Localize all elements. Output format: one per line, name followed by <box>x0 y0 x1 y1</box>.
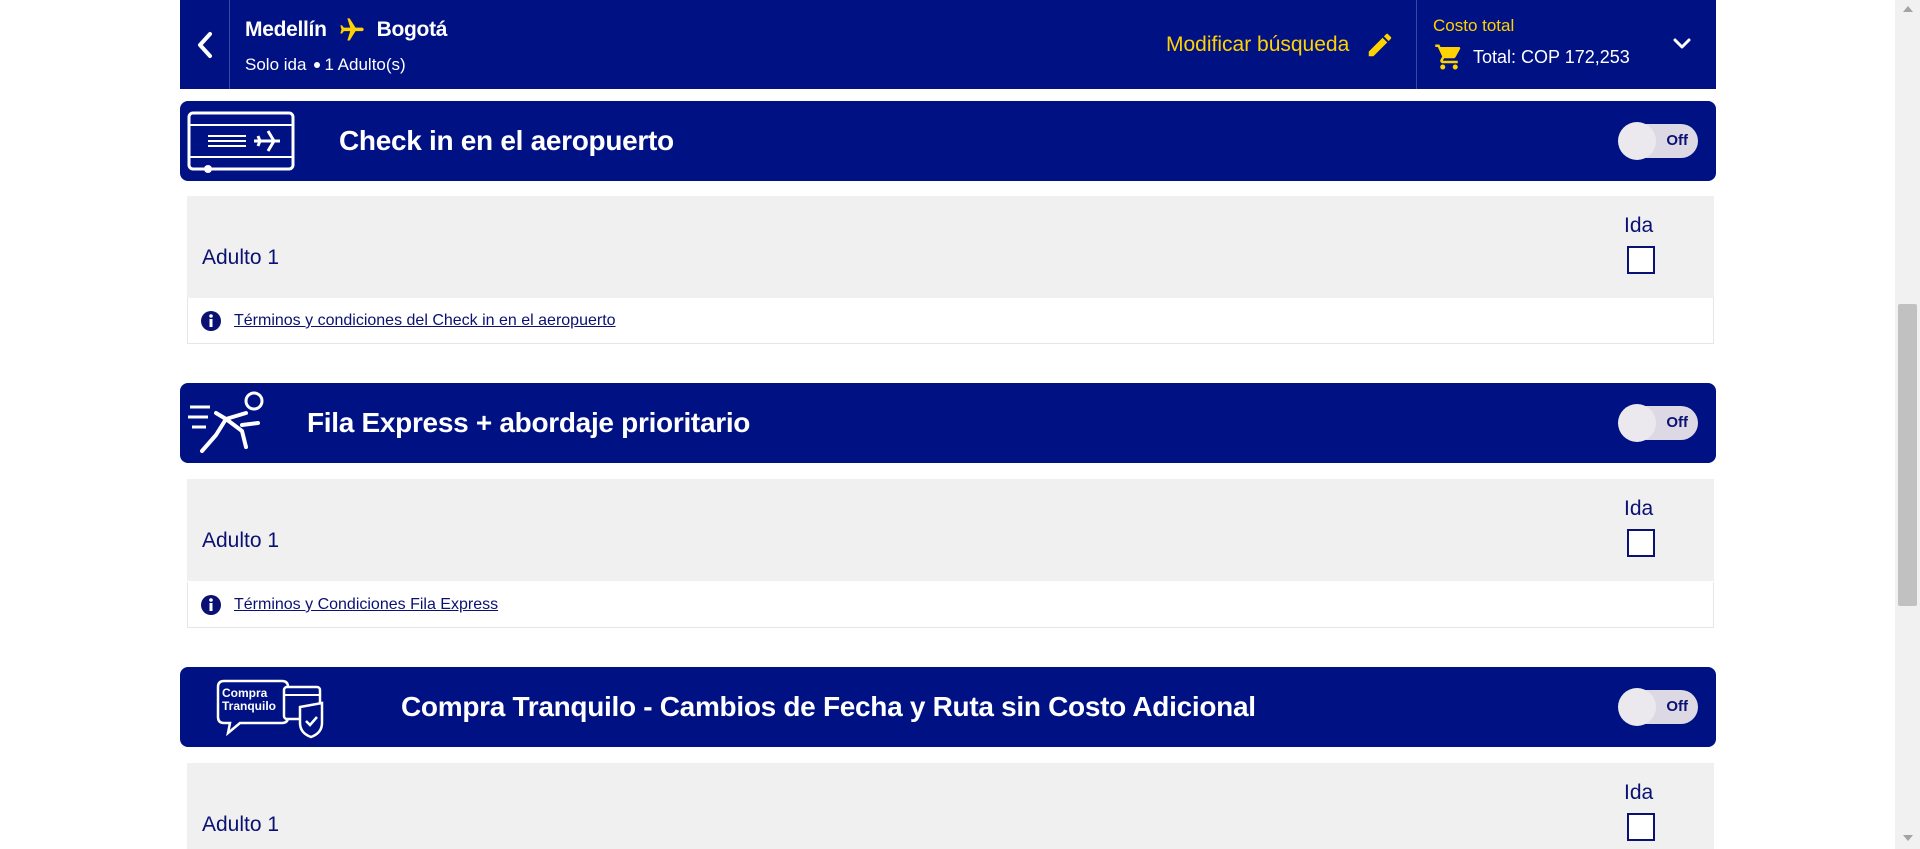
scroll-down-arrow[interactable] <box>1903 835 1913 841</box>
passenger-panel: Adulto 1 Ida <box>187 763 1714 849</box>
cart-icon <box>1435 44 1461 70</box>
ida-checkbox[interactable] <box>1627 813 1655 841</box>
info-icon <box>201 595 221 615</box>
chevron-down-icon <box>1673 38 1691 49</box>
boarding-pass-icon <box>187 111 295 173</box>
info-icon <box>201 311 221 331</box>
section-title: Compra Tranquilo - Cambios de Fecha y Ru… <box>401 691 1256 722</box>
scroll-up-arrow[interactable] <box>1903 6 1913 12</box>
compra-tranquilo-toggle[interactable]: Off <box>1618 688 1698 726</box>
modify-search-button[interactable]: Modificar búsqueda <box>1166 0 1395 89</box>
section-title: Fila Express + abordaje prioritario <box>307 407 751 438</box>
plane-icon <box>339 18 364 41</box>
cost-label: Costo total <box>1433 16 1515 35</box>
toggle-state: Off <box>1666 132 1688 149</box>
fila-express-toggle[interactable]: Off <box>1618 404 1698 442</box>
compra-tranquilo-icon: Compra Tranquilo <box>214 677 330 739</box>
ida-column-label: Ida <box>1624 781 1654 804</box>
passenger-count: 1 Adulto(s) <box>324 55 406 74</box>
fila-express-banner: Fila Express + abordaje prioritario Off <box>180 383 1716 463</box>
passenger-panel: Adulto 1 Ida <box>187 479 1714 581</box>
terms-link[interactable]: Términos y Condiciones Fila Express <box>234 596 498 614</box>
checkin-toggle[interactable]: Off <box>1618 122 1698 160</box>
page-scrollbar[interactable] <box>1895 0 1920 849</box>
passenger-name: Adulto 1 <box>202 813 280 836</box>
terms-row: Términos y Condiciones Fila Express <box>187 582 1714 628</box>
total-amount: Total: COP 172,253 <box>1473 46 1630 67</box>
section-title: Check in en el aeropuerto <box>339 125 674 156</box>
scroll-thumb[interactable] <box>1898 304 1917 606</box>
pencil-icon <box>1369 33 1392 56</box>
runner-icon <box>188 391 264 453</box>
separator-dot <box>314 61 321 68</box>
chevron-left-icon <box>197 31 212 58</box>
back-button[interactable] <box>180 0 230 89</box>
icon-text-tranquilo: Tranquilo <box>222 699 276 713</box>
trip-info: Solo ida 1 Adulto(s) <box>245 55 406 75</box>
checkin-airport-banner: Check in en el aeropuerto Off <box>180 101 1716 181</box>
toggle-knob <box>1618 688 1656 726</box>
ida-column-label: Ida <box>1624 214 1654 237</box>
passenger-name: Adulto 1 <box>202 529 280 552</box>
ida-column-label: Ida <box>1624 497 1654 520</box>
modify-search-label: Modificar búsqueda <box>1166 32 1350 56</box>
passenger-name: Adulto 1 <box>202 246 280 269</box>
toggle-state: Off <box>1666 698 1688 715</box>
destination-city: Bogotá <box>376 18 448 41</box>
ida-checkbox[interactable] <box>1627 529 1655 557</box>
ida-checkbox[interactable] <box>1627 246 1655 274</box>
terms-row: Términos y condiciones del Check in en e… <box>187 298 1714 344</box>
toggle-knob <box>1618 122 1656 160</box>
total-cost-dropdown[interactable]: Costo total Total: COP 172,253 <box>1416 0 1717 89</box>
booking-header: Medellín Bogotá Solo ida 1 Adulto(s) Modi… <box>180 0 1716 89</box>
toggle-knob <box>1618 404 1656 442</box>
origin-city: Medellín <box>245 18 327 41</box>
cost-total: Total: COP 172,253 <box>1433 42 1630 72</box>
route: Medellín Bogotá <box>245 16 447 44</box>
toggle-state: Off <box>1666 414 1688 431</box>
compra-tranquilo-banner: Compra Tranquilo Compra Tranquilo - Camb… <box>180 667 1716 747</box>
trip-type: Solo ida <box>245 55 307 74</box>
terms-link[interactable]: Términos y condiciones del Check in en e… <box>234 312 616 330</box>
icon-text-compra: Compra <box>222 686 268 700</box>
passenger-panel: Adulto 1 Ida <box>187 196 1714 298</box>
